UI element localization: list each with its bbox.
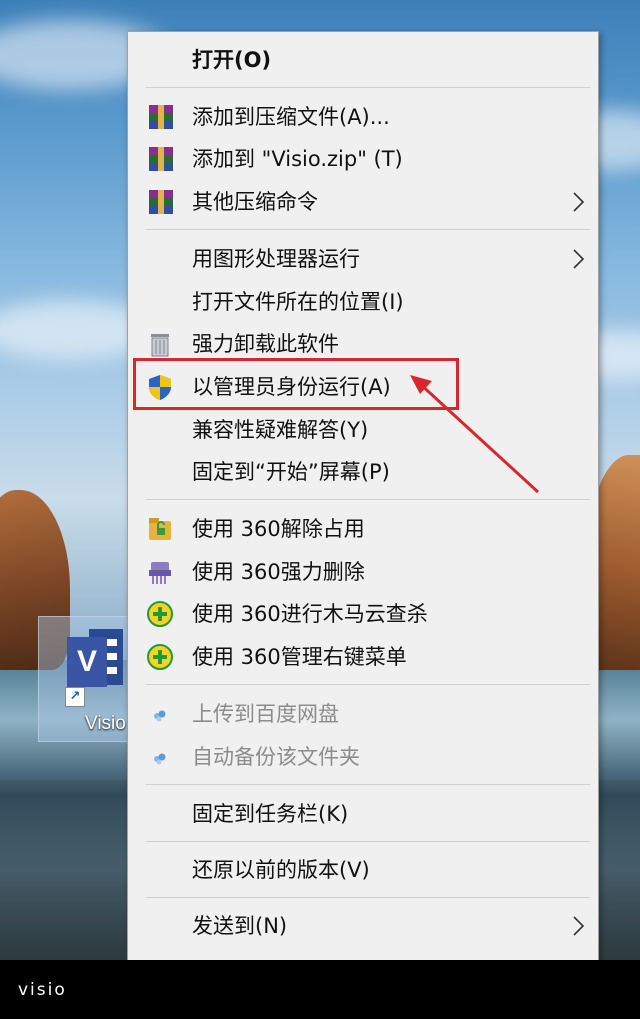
360-shred-icon xyxy=(149,562,171,584)
menu-item-label: 固定到“开始”屏幕(P) xyxy=(192,460,390,484)
menu-item-upload-baidu-netdisk[interactable]: 上传到百度网盘 xyxy=(128,693,598,735)
360-unlock-icon xyxy=(149,518,171,540)
menu-separator xyxy=(146,897,590,898)
menu-item-open-file-location[interactable]: 打开文件所在的位置(I) xyxy=(128,281,598,323)
chevron-right-icon xyxy=(573,249,585,269)
chevron-right-icon xyxy=(573,192,585,212)
menu-item-auto-backup-folder[interactable]: 自动备份该文件夹 xyxy=(128,736,598,778)
menu-item-label: 添加到 "Visio.zip" (T) xyxy=(192,147,403,171)
caption-text: visio xyxy=(18,980,67,1000)
menu-item-label: 使用 360解除占用 xyxy=(192,517,365,541)
visio-app-icon: V xyxy=(67,629,125,687)
winrar-archive-icon xyxy=(149,190,173,214)
chevron-right-icon xyxy=(573,916,585,936)
menu-item-open[interactable]: 打开(O) xyxy=(128,39,598,81)
menu-separator xyxy=(146,499,590,500)
winrar-archive-icon xyxy=(149,105,173,129)
menu-item-send-to[interactable]: 发送到(N) xyxy=(128,905,598,947)
menu-item-label: 用图形处理器运行 xyxy=(192,247,360,271)
menu-item-pin-to-start[interactable]: 固定到“开始”屏幕(P) xyxy=(128,451,598,493)
menu-item-add-to-visio-zip[interactable]: 添加到 "Visio.zip" (T) xyxy=(128,138,598,180)
menu-item-360-manage-context-menu[interactable]: 使用 360管理右键菜单 xyxy=(128,636,598,678)
menu-separator xyxy=(146,87,590,88)
menu-item-restore-previous-versions[interactable]: 还原以前的版本(V) xyxy=(128,849,598,891)
winrar-archive-icon xyxy=(149,147,173,171)
menu-item-label: 使用 360进行木马云查杀 xyxy=(192,602,428,626)
menu-item-label: 固定到任务栏(K) xyxy=(192,802,349,826)
menu-separator xyxy=(146,841,590,842)
menu-separator xyxy=(146,784,590,785)
menu-item-360-trojan-scan[interactable]: 使用 360进行木马云查杀 xyxy=(128,593,598,635)
shortcut-arrow-icon: ↗ xyxy=(65,687,85,707)
uninstall-trash-icon xyxy=(151,334,169,357)
360-scan-icon xyxy=(147,644,173,670)
menu-item-other-archive-commands[interactable]: 其他压缩命令 xyxy=(128,181,598,223)
menu-item-pin-to-taskbar[interactable]: 固定到任务栏(K) xyxy=(128,793,598,835)
baidu-cloud-icon xyxy=(154,753,166,765)
menu-separator xyxy=(146,229,590,230)
highlight-annotation-box xyxy=(133,358,459,410)
menu-item-run-with-gpu[interactable]: 用图形处理器运行 xyxy=(128,238,598,280)
caption-bar: visio xyxy=(0,960,640,1019)
menu-item-add-to-archive[interactable]: 添加到压缩文件(A)... xyxy=(128,96,598,138)
menu-item-label: 添加到压缩文件(A)... xyxy=(192,105,390,129)
menu-item-label: 打开文件所在的位置(I) xyxy=(192,290,404,314)
menu-item-label: 使用 360强力删除 xyxy=(192,560,365,584)
menu-item-label: 还原以前的版本(V) xyxy=(192,858,370,882)
360-scan-icon xyxy=(147,601,173,627)
menu-item-label: 使用 360管理右键菜单 xyxy=(192,645,407,669)
menu-item-label: 其他压缩命令 xyxy=(192,190,318,214)
menu-item-label: 自动备份该文件夹 xyxy=(192,745,360,769)
visio-desktop-shortcut[interactable]: V ↗ Visio xyxy=(38,616,132,742)
menu-item-label: 兼容性疑难解答(Y) xyxy=(192,418,369,442)
menu-separator xyxy=(146,684,590,685)
menu-item-label: 上传到百度网盘 xyxy=(192,702,339,726)
baidu-cloud-icon xyxy=(154,710,166,722)
menu-item-label: 发送到(N) xyxy=(192,914,288,938)
menu-item-compatibility-troubleshoot[interactable]: 兼容性疑难解答(Y) xyxy=(128,409,598,451)
menu-item-360-force-delete[interactable]: 使用 360强力删除 xyxy=(128,551,598,593)
desktop-icon-label: Visio xyxy=(85,713,126,734)
context-menu: 打开(O) 添加到压缩文件(A)... 添加到 "Visio.zip" (T) … xyxy=(127,31,599,962)
menu-item-label: 打开(O) xyxy=(192,48,272,72)
menu-item-360-unlock[interactable]: 使用 360解除占用 xyxy=(128,508,598,550)
